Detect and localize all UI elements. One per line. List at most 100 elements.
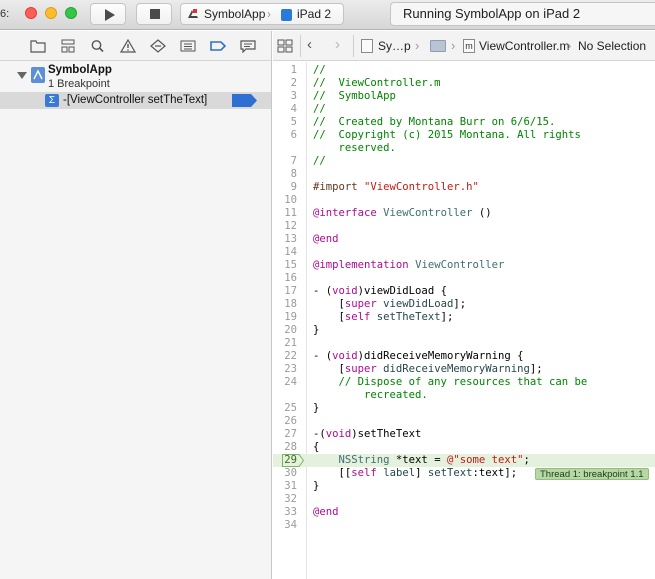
- disclosure-triangle-icon[interactable]: [17, 72, 27, 79]
- scheme-selector[interactable]: SymbolApp › iPad 2: [180, 3, 344, 25]
- stop-icon: [150, 9, 160, 19]
- window-toolbar: 6: SymbolApp › iPad 2 Running SymbolApp …: [0, 0, 655, 30]
- chevron-right-icon: ›: [567, 38, 572, 53]
- line-number: 8: [290, 168, 297, 180]
- log-icon[interactable]: [240, 39, 256, 53]
- line-number: 9: [290, 181, 297, 193]
- code-line[interactable]: 13 @end: [273, 233, 655, 246]
- code-line[interactable]: 5 // Created by Montana Burr on 6/6/15.: [273, 116, 655, 129]
- folder-icon[interactable]: [430, 40, 446, 52]
- line-number: 30: [284, 467, 297, 479]
- zoom-window-button[interactable]: [65, 7, 77, 19]
- code-line[interactable]: 6 // Copyright (c) 2015 Montana. All righ…: [273, 129, 655, 142]
- debug-list-icon[interactable]: [180, 39, 196, 53]
- line-source: // ViewController.m: [313, 77, 441, 89]
- back-button[interactable]: ‹: [307, 37, 312, 53]
- related-items-icon[interactable]: [277, 39, 293, 53]
- jump-bar-project[interactable]: Sy…p: [378, 39, 411, 53]
- forward-button[interactable]: ›: [335, 37, 340, 53]
- code-line[interactable]: 17 - (void)viewDidLoad {: [273, 285, 655, 298]
- line-source: @end: [313, 506, 339, 518]
- code-line[interactable]: 3 // SymbolApp: [273, 90, 655, 103]
- line-source: //: [313, 155, 326, 167]
- line-number: 25: [284, 402, 297, 414]
- line-source: // Dispose of any resources that can be: [313, 376, 588, 388]
- line-source: //: [313, 64, 326, 76]
- line-number: 21: [284, 337, 297, 349]
- code-line[interactable]: 12: [273, 220, 655, 233]
- code-line[interactable]: 9 #import "ViewController.h": [273, 181, 655, 194]
- code-line[interactable]: 18 [super viewDidLoad];: [273, 298, 655, 311]
- stop-button[interactable]: [136, 3, 172, 25]
- code-line[interactable]: 26: [273, 415, 655, 428]
- jump-bar-selection[interactable]: No Selection: [578, 39, 646, 53]
- code-line[interactable]: 10: [273, 194, 655, 207]
- folder-icon[interactable]: [30, 39, 46, 53]
- line-number: 19: [284, 311, 297, 323]
- project-icon: [31, 67, 45, 83]
- code-line[interactable]: 16: [273, 272, 655, 285]
- code-line[interactable]: 22 - (void)didReceiveMemoryWarning {: [273, 350, 655, 363]
- run-button[interactable]: [90, 3, 126, 25]
- line-number: 3: [290, 90, 297, 102]
- code-line[interactable]: 14: [273, 246, 655, 259]
- symbolic-breakpoint-icon: Σ: [45, 94, 59, 107]
- editor-jump-bar: ‹ › Sy…p › › m ViewController.m › No Sel…: [273, 31, 655, 61]
- code-line[interactable]: 4 //: [273, 103, 655, 116]
- code-line[interactable]: 8: [273, 168, 655, 181]
- m-file-icon: m: [463, 39, 475, 53]
- activity-status-bar: Running SymbolApp on iPad 2: [390, 2, 655, 26]
- code-line[interactable]: 20}: [273, 324, 655, 337]
- code-line[interactable]: 25}: [273, 402, 655, 415]
- breakpoint-icon[interactable]: [210, 39, 226, 53]
- breakpoint-marker-icon[interactable]: [282, 454, 304, 467]
- line-number: 5: [290, 116, 297, 128]
- breakpoint-enabled-flag-icon[interactable]: [232, 94, 257, 107]
- group-subtitle: 1 Breakpoint: [48, 78, 110, 90]
- line-number: 34: [284, 519, 297, 531]
- line-source: // Created by Montana Burr on 6/6/15.: [313, 116, 556, 128]
- symbol-hierarchy-icon[interactable]: [60, 39, 76, 53]
- line-source: reserved.: [313, 142, 396, 154]
- code-line[interactable]: 1 //: [273, 64, 655, 77]
- breakpoint-row[interactable]: Σ -[ViewController setTheText]: [0, 92, 271, 109]
- line-source: }: [313, 324, 320, 336]
- code-line[interactable]: 28 {: [273, 441, 655, 454]
- code-line[interactable]: 27 -(void)setTheText: [273, 428, 655, 441]
- search-icon[interactable]: [90, 39, 106, 53]
- breakpoint-navigator-pane: SymbolApp 1 Breakpoint Σ -[ViewControlle…: [0, 31, 272, 579]
- code-line[interactable]: 15 @implementation ViewController: [273, 259, 655, 272]
- code-line[interactable]: 29 NSString *text = @"some text";: [273, 454, 655, 467]
- code-line[interactable]: 21: [273, 337, 655, 350]
- close-window-button[interactable]: [25, 7, 37, 19]
- code-line[interactable]: 30 [[self label] setText:text]; Thread 1:…: [273, 467, 655, 480]
- line-source: // Copyright (c) 2015 Montana. All right…: [313, 129, 581, 141]
- jump-bar-file[interactable]: ViewController.m: [479, 39, 569, 53]
- code-line[interactable]: 2 // ViewController.m: [273, 77, 655, 90]
- line-number: 7: [290, 155, 297, 167]
- code-line[interactable]: 24 // Dispose of any resources that can …: [273, 376, 655, 389]
- ipad-device-icon: [281, 9, 292, 21]
- thread-breakpoint-badge[interactable]: Thread 1: breakpoint 1.1: [535, 468, 649, 480]
- code-line[interactable]: 32: [273, 493, 655, 506]
- warning-icon[interactable]: [120, 39, 136, 53]
- code-line[interactable]: 19 [self setTheText];: [273, 311, 655, 324]
- code-line[interactable]: 34: [273, 519, 655, 532]
- divider: [353, 35, 354, 57]
- source-editor[interactable]: 1//2// ViewController.m 3// SymbolApp 4//5…: [273, 62, 655, 579]
- line-source: recreated.: [313, 389, 428, 401]
- breakpoint-group[interactable]: SymbolApp 1 Breakpoint: [0, 62, 271, 92]
- play-icon: [105, 9, 115, 21]
- test-icon[interactable]: [150, 39, 166, 53]
- line-number: 26: [284, 415, 297, 427]
- code-line[interactable]: reserved.: [273, 142, 655, 155]
- minimize-window-button[interactable]: [45, 7, 57, 19]
- code-line[interactable]: 23 [super didReceiveMemoryWarning];: [273, 363, 655, 376]
- code-line[interactable]: recreated.: [273, 389, 655, 402]
- code-line[interactable]: 33 @end: [273, 506, 655, 519]
- code-line[interactable]: 11 @interface ViewController (): [273, 207, 655, 220]
- code-line[interactable]: 31}: [273, 480, 655, 493]
- line-source: [self setTheText];: [313, 311, 454, 323]
- code-line[interactable]: 7 //: [273, 155, 655, 168]
- line-number: 22: [284, 350, 297, 362]
